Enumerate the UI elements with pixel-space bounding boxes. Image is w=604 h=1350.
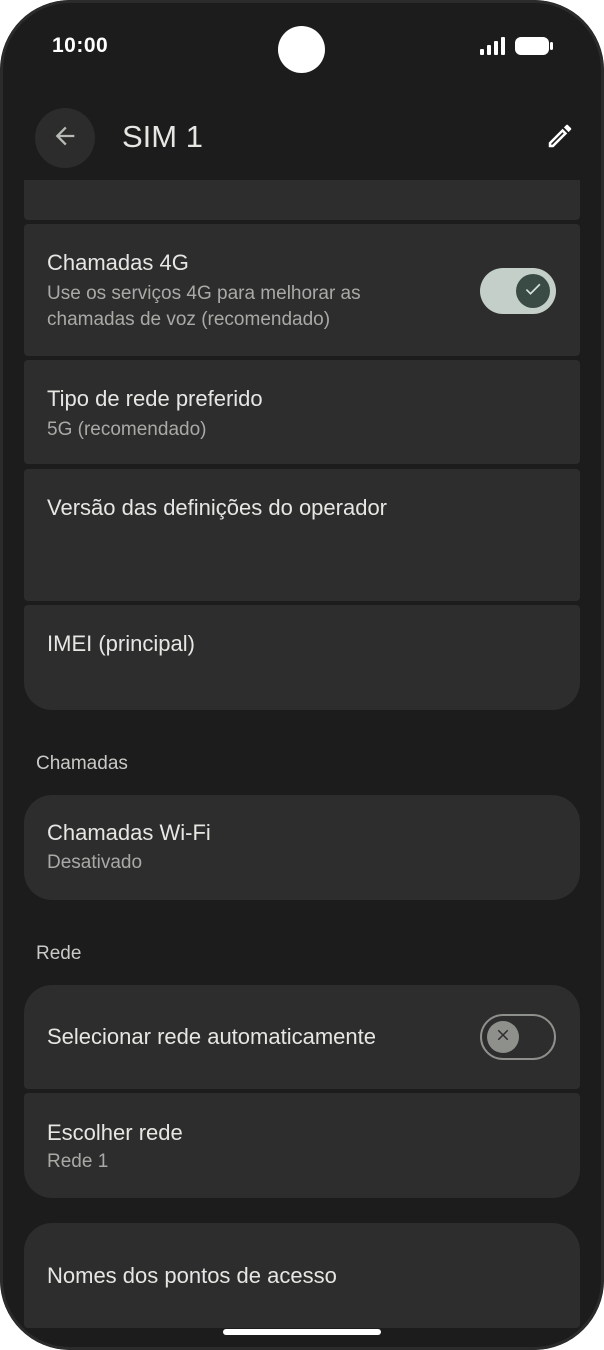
toggle-knob: [516, 274, 550, 308]
signal-icon: [480, 37, 506, 60]
choose-network-title: Escolher rede: [47, 1120, 183, 1145]
network-type-item[interactable]: Tipo de rede preferido 5G (recomendado): [24, 360, 580, 464]
wifi-calling-item[interactable]: Chamadas Wi-Fi Desativado: [24, 795, 580, 900]
calls-4g-item[interactable]: Chamadas 4G Use os serviços 4G para melh…: [24, 224, 580, 356]
front-camera: [278, 26, 325, 73]
auto-select-network-toggle[interactable]: [480, 1014, 556, 1060]
imei-item[interactable]: IMEI (principal): [24, 605, 580, 710]
imei-title: IMEI (principal): [47, 631, 195, 656]
wifi-calling-subtitle: Desativado: [47, 852, 143, 873]
status-time: 10:00: [52, 34, 109, 57]
arrow-left-icon: [51, 122, 79, 155]
network-type-title: Tipo de rede preferido: [47, 386, 263, 411]
pencil-icon: [545, 121, 575, 156]
toggle-knob: [487, 1021, 519, 1053]
calls-4g-title: Chamadas 4G: [47, 250, 189, 275]
battery-icon: [514, 36, 554, 61]
calls-4g-toggle[interactable]: [480, 268, 556, 314]
apn-title: Nomes dos pontos de acesso: [47, 1263, 337, 1288]
status-icons: [480, 36, 554, 61]
section-label-calls: Chamadas: [36, 753, 128, 774]
auto-select-network-title: Selecionar rede automaticamente: [47, 1024, 376, 1049]
check-icon: [523, 279, 543, 304]
network-type-subtitle: 5G (recomendado): [47, 419, 207, 440]
edit-button[interactable]: [540, 118, 580, 158]
page-title: SIM 1: [122, 119, 203, 154]
back-button[interactable]: [35, 108, 95, 168]
wifi-calling-title: Chamadas Wi-Fi: [47, 820, 211, 845]
partial-card: [24, 180, 580, 220]
choose-network-item[interactable]: Escolher rede Rede 1: [24, 1093, 580, 1198]
section-label-network: Rede: [36, 943, 82, 964]
close-icon: [494, 1026, 512, 1049]
auto-select-network-item[interactable]: Selecionar rede automaticamente: [24, 985, 580, 1089]
carrier-settings-title: Versão das definições do operador: [47, 495, 388, 520]
carrier-settings-item[interactable]: Versão das definições do operador: [24, 469, 580, 601]
calls-4g-subtitle-line2: chamadas de voz (recomendado): [47, 309, 331, 330]
home-indicator[interactable]: [223, 1329, 381, 1335]
calls-4g-subtitle-line1: Use os serviços 4G para melhorar as: [47, 283, 361, 304]
apn-item[interactable]: Nomes dos pontos de acesso: [24, 1223, 580, 1328]
choose-network-subtitle: Rede 1: [47, 1151, 109, 1172]
phone-screen: 10:00 SIM 1 Chamadas 4G Use os serviços …: [0, 0, 604, 1350]
